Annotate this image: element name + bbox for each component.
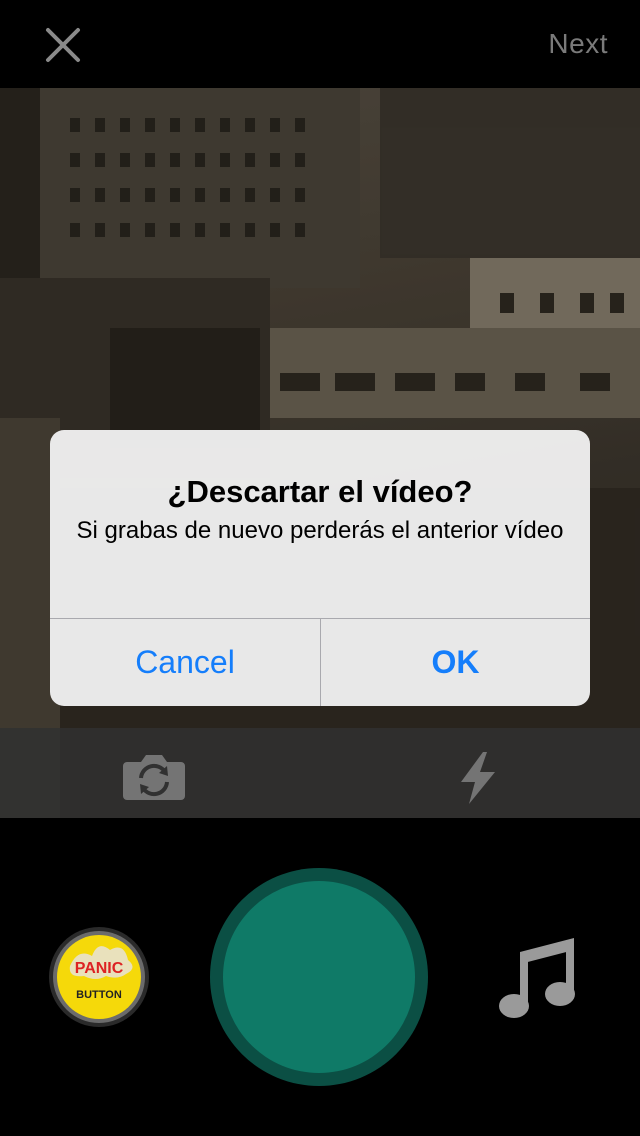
close-icon: [46, 28, 80, 62]
sticker-top-text: PANIC: [75, 960, 124, 977]
cancel-button[interactable]: Cancel: [50, 619, 320, 706]
alert-title: ¿Descartar el vídeo?: [167, 474, 473, 509]
record-button[interactable]: [210, 868, 428, 1086]
top-bar: Next: [0, 0, 640, 88]
discard-alert: ¿Descartar el vídeo? Si grabas de nuevo …: [50, 430, 590, 706]
music-note-icon: [499, 938, 575, 1018]
alert-message: Si grabas de nuevo perderás el anterior …: [76, 517, 564, 544]
record-controls: PANIC BUTTON: [0, 818, 640, 1136]
ok-button[interactable]: OK: [321, 619, 590, 706]
next-button[interactable]: Next: [548, 28, 608, 60]
panic-button[interactable]: PANIC BUTTON: [48, 926, 150, 1028]
panic-button-icon: PANIC BUTTON: [49, 927, 149, 1027]
record-button-inner: [223, 881, 415, 1073]
sticker-bottom-text: BUTTON: [76, 989, 122, 1001]
music-button[interactable]: [498, 936, 578, 1020]
close-button[interactable]: [40, 22, 86, 68]
